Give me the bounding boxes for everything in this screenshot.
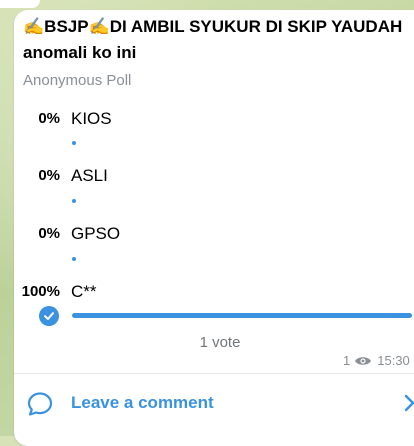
option-label-kios: KIOS: [71, 109, 112, 128]
poll-question-line2: anomali ko ini: [23, 43, 137, 62]
message-time: 15:30: [377, 353, 410, 368]
comment-icon[interactable]: [26, 390, 54, 423]
eye-icon: [354, 355, 372, 367]
poll-question-line1: ✍️BSJP✍️DI AMBIL SYUKUR DI SKIP YAUDAH: [23, 17, 403, 36]
view-meta: 1 15:30: [343, 353, 410, 369]
view-count: 1: [343, 353, 351, 368]
option-percent-gpso: 0%: [38, 225, 60, 242]
chevron-right-icon[interactable]: [404, 394, 414, 417]
option-bar-asli: [72, 199, 76, 203]
option-bar-c: [72, 313, 412, 318]
option-label-asli: ASLI: [71, 166, 108, 185]
option-bar-gpso: [72, 257, 76, 261]
option-percent-c: 100%: [21, 283, 60, 300]
option-bar-kios: [72, 141, 76, 145]
option-label-gpso: GPSO: [71, 224, 121, 243]
previous-message-edge: [0, 0, 40, 8]
selected-check-icon: [39, 306, 59, 326]
option-label-c: C**: [71, 282, 97, 301]
vote-count[interactable]: 1 vote: [0, 333, 414, 353]
option-percent-asli: 0%: [38, 167, 60, 184]
poll-type-label: Anonymous Poll: [23, 72, 132, 89]
leave-comment-button[interactable]: Leave a comment: [71, 392, 214, 414]
option-percent-kios: 0%: [38, 110, 60, 127]
comment-divider: [14, 373, 414, 374]
